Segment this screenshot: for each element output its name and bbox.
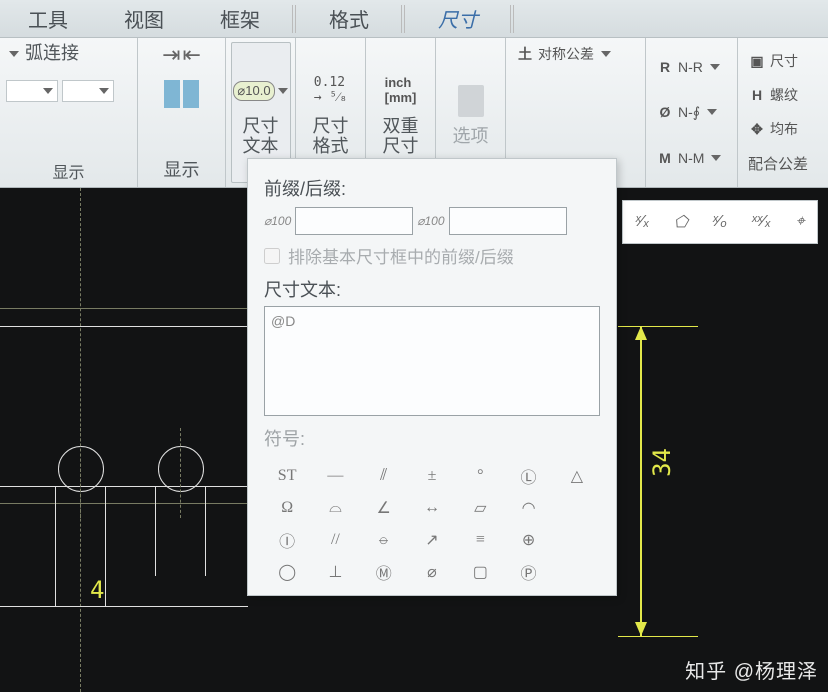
thread-button[interactable]: H螺纹 (748, 85, 808, 105)
symbol-btn[interactable]: // (312, 525, 358, 555)
gdt-icon[interactable]: ˣ∕ₓ (635, 213, 649, 231)
menu-dimension[interactable]: 尺寸 (410, 4, 506, 33)
symbol-btn[interactable]: ⊕ (505, 525, 551, 555)
symbol-btn[interactable]: ⌀ (409, 557, 455, 587)
phi-icon: ⌀10.0 (233, 81, 274, 101)
symbol-btn[interactable]: ↗ (409, 525, 455, 555)
symbol-btn[interactable]: ◯ (264, 557, 310, 587)
dim-format-label: 尺寸 格式 (313, 115, 349, 159)
combo-1[interactable] (6, 80, 58, 102)
options-label: 选项 (453, 125, 489, 149)
uniform-button[interactable]: ✥均布 (748, 119, 808, 139)
symbol-btn[interactable]: ◠ (505, 493, 551, 523)
combo-2[interactable] (62, 80, 114, 102)
menu-separator (401, 5, 406, 33)
dim-text-input[interactable] (264, 306, 600, 416)
symbol-btn[interactable]: ⦵ (361, 525, 407, 555)
symbol-btn[interactable]: ↔ (409, 493, 455, 523)
symbol-btn[interactable]: Ⓜ (361, 557, 407, 587)
dimension-arrow (640, 326, 642, 636)
symbol-btn[interactable]: Ⓛ (505, 461, 551, 491)
symbol-btn[interactable]: ° (457, 461, 503, 491)
exclude-checkbox[interactable] (264, 248, 280, 264)
symbol-grid: ST — ⫽ ± ° Ⓛ △ Ω ⌓ ∠ ↔ ▱ ◠ Ⓘ // ⦵ ↗ ≡ ⊕ … (264, 461, 600, 587)
symbol-btn[interactable] (554, 525, 600, 555)
symbol-btn[interactable]: ≡ (457, 525, 503, 555)
nr-button[interactable]: RN-R (656, 59, 727, 75)
dimension-34: 34 (648, 448, 676, 477)
symbol-btn[interactable]: Ω (264, 493, 310, 523)
symbol-btn[interactable]: ST (264, 461, 310, 491)
arc-connect-label: 弧连接 (25, 42, 79, 66)
dim-text-label: 尺寸 文本 (243, 115, 279, 159)
symbol-btn[interactable]: ± (409, 461, 455, 491)
symbol-btn[interactable]: ⌓ (312, 493, 358, 523)
prefix-suffix-label: 前缀/后缀: (264, 175, 600, 201)
symbol-btn[interactable] (554, 557, 600, 587)
group-show-label: 显示 (52, 159, 84, 183)
gdt-icon[interactable]: ˣˣ∕ₓ (752, 213, 772, 231)
menu-separator (510, 5, 515, 33)
symbol-btn[interactable]: △ (554, 461, 600, 491)
prefix-hint: ⌀100 (264, 214, 291, 228)
rdim-button[interactable]: ▣尺寸 (748, 51, 808, 71)
menu-separator (292, 5, 297, 33)
suffix-hint: ⌀100 (417, 214, 444, 228)
gdt-icon[interactable]: ⌖ (796, 213, 805, 231)
gdt-icon[interactable]: ˣ∕ₒ (713, 213, 727, 231)
menu-format[interactable]: 格式 (301, 4, 397, 33)
suffix-input[interactable] (449, 207, 567, 235)
inch-icon: inch [mm] (385, 67, 417, 115)
gdt-icon[interactable]: ⬠ (674, 212, 688, 232)
menu-tools[interactable]: 工具 (0, 4, 96, 33)
symbol-btn[interactable]: ⫽ (361, 461, 407, 491)
prefix-input[interactable] (295, 207, 413, 235)
fraction-icon: 0.12 → ⁵⁄₈ (314, 67, 347, 115)
sym-tol-button[interactable]: 土对称公差 (516, 44, 635, 64)
nm-button[interactable]: MN-M (656, 150, 727, 166)
watermark: 知乎 @杨理泽 (685, 655, 818, 684)
dropdown-icon[interactable] (9, 51, 19, 57)
dimension-4: 4 (90, 576, 104, 604)
symbol-btn[interactable]: — (312, 461, 358, 491)
symbol-btn[interactable] (554, 493, 600, 523)
symbol-btn[interactable]: ⊥ (312, 557, 358, 587)
symbols-label: 符号: (264, 425, 600, 451)
menu-view[interactable]: 视图 (96, 4, 192, 33)
symbol-btn[interactable]: ∠ (361, 493, 407, 523)
dimension-text-panel: 前缀/后缀: ⌀100 ⌀100 排除基本尺寸框中的前缀/后缀 尺寸文本: 符号… (247, 158, 617, 596)
menu-frame[interactable]: 框架 (192, 4, 288, 33)
ns-button[interactable]: ØN-∮ (656, 104, 727, 121)
symbol-btn[interactable]: Ⓟ (505, 557, 551, 587)
symbol-btn[interactable]: Ⓘ (264, 525, 310, 555)
gd-t-toolbar: ˣ∕ₓ ⬠ ˣ∕ₒ ˣˣ∕ₓ ⌖ (622, 200, 818, 244)
exclude-label: 排除基本尺寸框中的前缀/后缀 (288, 243, 514, 268)
page-icon (458, 85, 484, 117)
menu-bar: 工具 视图 框架 格式 尺寸 (0, 0, 828, 38)
hole-circle (58, 446, 104, 492)
symbol-btn[interactable]: ▢ (457, 557, 503, 587)
fit-tol-button[interactable]: 配合公差 (748, 153, 808, 174)
show-button[interactable]: 显示 (164, 159, 200, 183)
symbol-btn[interactable]: ▱ (457, 493, 503, 523)
hole-circle (158, 446, 204, 492)
dual-dim-label: 双重 尺寸 (383, 115, 419, 159)
exclude-checkbox-row[interactable]: 排除基本尺寸框中的前缀/后缀 (264, 243, 600, 268)
dim-text-label: 尺寸文本: (264, 276, 600, 302)
